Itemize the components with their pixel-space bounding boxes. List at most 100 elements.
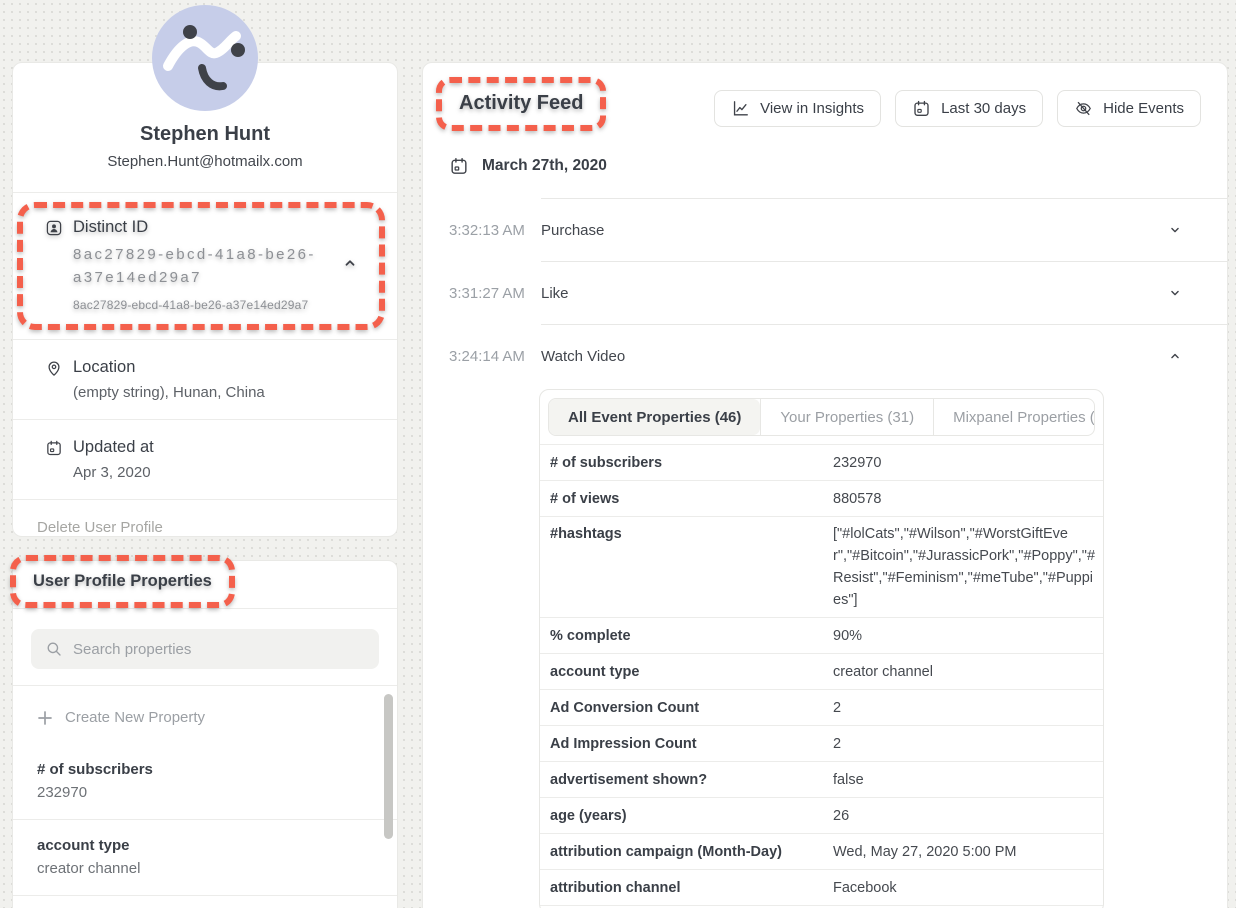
location-section: Location (empty string), Hunan, China [13, 340, 397, 419]
properties-title: User Profile Properties [33, 572, 212, 590]
user-profile-card: Stephen Hunt Stephen.Hunt@hotmailx.com D… [12, 62, 398, 537]
event-row-like[interactable]: 3:31:27 AM Like [423, 262, 1227, 324]
event-name: Like [541, 285, 569, 302]
event-properties-panel: All Event Properties (46) Your Propertie… [539, 389, 1104, 908]
chevron-down-icon[interactable] [1168, 223, 1182, 237]
property-name: account type [37, 837, 373, 854]
distinct-id-section: Distinct ID 8ac27829-ebcd-41a8-be26-a37e… [45, 218, 369, 312]
chevron-up-icon[interactable] [1168, 349, 1182, 363]
property-key: #hashtags [550, 523, 833, 542]
property-value: 2 [833, 697, 841, 719]
updated-at-section: Updated at Apr 3, 2020 [13, 420, 397, 499]
event-properties-table: # of subscribers 232970 # of views 88057… [540, 444, 1103, 908]
table-row: # of subscribers 232970 [540, 444, 1103, 480]
property-key: account type [550, 664, 833, 680]
property-value: Facebook [833, 877, 897, 899]
property-list-item[interactable]: # of subscribers 232970 [13, 736, 397, 820]
property-key: advertisement shown? [550, 772, 833, 788]
calendar-icon [45, 439, 63, 457]
property-value: creator channel [833, 661, 933, 683]
table-row: age (years) 26 [540, 797, 1103, 833]
property-value: 90% [833, 625, 862, 647]
event-time: 3:24:14 AM [449, 348, 541, 365]
property-value: 2 [833, 733, 841, 755]
property-key: # of subscribers [550, 455, 833, 471]
event-time: 3:32:13 AM [449, 222, 541, 239]
avatar [152, 5, 258, 111]
mixpanel-user-profile-page: Stephen Hunt Stephen.Hunt@hotmailx.com D… [0, 0, 1236, 908]
event-name: Watch Video [541, 348, 625, 365]
distinct-id-sub-value: 8ac27829-ebcd-41a8-be26-a37e14ed29a7 [73, 298, 369, 312]
property-key: attribution campaign (Month-Day) [550, 844, 833, 860]
property-key: age (years) [550, 808, 833, 824]
activity-feed-title-annotation: Activity Feed [436, 77, 606, 131]
eye-off-icon [1074, 99, 1093, 118]
table-row: Ad Conversion Count 2 [540, 689, 1103, 725]
date-range-label: Last 30 days [941, 100, 1026, 117]
property-value: ["#lolCats","#Wilson","#WorstGiftEver","… [833, 523, 1095, 611]
updated-at-label: Updated at [73, 438, 154, 457]
calendar-icon [912, 99, 931, 118]
delete-user-profile-link[interactable]: Delete User Profile [13, 500, 397, 555]
create-new-property-label: Create New Property [65, 709, 205, 726]
search-properties-box [31, 629, 379, 669]
profile-email: Stephen.Hunt@hotmailx.com [13, 153, 397, 170]
property-value: false [833, 769, 864, 791]
location-label: Location [73, 358, 135, 377]
divider [13, 192, 397, 193]
table-row: Ad Impression Count 2 [540, 725, 1103, 761]
table-row: account type creator channel [540, 653, 1103, 689]
hide-events-label: Hide Events [1103, 100, 1184, 117]
property-key: # of views [550, 491, 833, 507]
table-row: attribution campaign (Month-Day) Wed, Ma… [540, 833, 1103, 869]
distinct-id-value: 8ac27829-ebcd-41a8-be26-a37e14ed29a7 [73, 243, 325, 289]
property-value: 26 [833, 805, 849, 827]
id-badge-icon [45, 219, 63, 237]
table-row: #hashtags ["#lolCats","#Wilson","#WorstG… [540, 516, 1103, 617]
event-time: 3:31:27 AM [449, 285, 541, 302]
calendar-icon [449, 156, 469, 176]
profile-name: Stephen Hunt [13, 123, 397, 146]
property-name: # of subscribers [37, 761, 373, 778]
event-row-purchase[interactable]: 3:32:13 AM Purchase [423, 199, 1227, 261]
search-icon [45, 640, 63, 658]
updated-at-value: Apr 3, 2020 [73, 464, 373, 481]
table-row: # of views 880578 [540, 480, 1103, 516]
property-value: Wed, May 27, 2020 5:00 PM [833, 841, 1017, 863]
event-row-watch-video[interactable]: 3:24:14 AM Watch Video [423, 325, 1227, 387]
property-value: creator channel [37, 860, 373, 877]
collapse-distinct-id-button[interactable] [339, 252, 361, 274]
activity-feed-card: Activity Feed View in Insights [422, 62, 1228, 908]
view-in-insights-button[interactable]: View in Insights [714, 90, 881, 127]
table-row: % complete 90% [540, 617, 1103, 653]
date-range-button[interactable]: Last 30 days [895, 90, 1043, 127]
distinct-id-label: Distinct ID [73, 218, 148, 237]
properties-header: User Profile Properties [13, 561, 397, 609]
user-profile-properties-card: User Profile Properties Create New Prope… [12, 560, 398, 908]
property-key: Ad Impression Count [550, 736, 833, 752]
property-list-item[interactable]: account type creator channel [13, 820, 397, 896]
scrollbar-thumb[interactable] [384, 694, 393, 839]
location-pin-icon [45, 359, 63, 377]
hide-events-button[interactable]: Hide Events [1057, 90, 1201, 127]
distinct-id-annotation: Distinct ID 8ac27829-ebcd-41a8-be26-a37e… [17, 202, 385, 330]
date-header-label: March 27th, 2020 [482, 157, 607, 175]
activity-feed-title: Activity Feed [459, 92, 583, 114]
line-chart-icon [731, 99, 750, 118]
properties-list: Create New Property # of subscribers 232… [13, 685, 397, 907]
property-value: 232970 [833, 452, 881, 474]
plus-icon [37, 710, 53, 726]
chevron-down-icon[interactable] [1168, 286, 1182, 300]
search-properties-input[interactable] [73, 641, 365, 658]
property-key: attribution channel [550, 880, 833, 896]
tab-your-properties[interactable]: Your Properties (31) [760, 399, 933, 435]
date-header: March 27th, 2020 [423, 156, 1227, 176]
event-name: Purchase [541, 222, 604, 239]
tab-all-event-properties[interactable]: All Event Properties (46) [549, 399, 760, 435]
property-value: 880578 [833, 488, 881, 510]
tab-mixpanel-properties[interactable]: Mixpanel Properties (15) [933, 399, 1095, 435]
chevron-up-icon [343, 256, 357, 270]
create-new-property-button[interactable]: Create New Property [13, 686, 397, 736]
location-value: (empty string), Hunan, China [73, 384, 373, 401]
table-row: attribution channel Facebook [540, 869, 1103, 905]
